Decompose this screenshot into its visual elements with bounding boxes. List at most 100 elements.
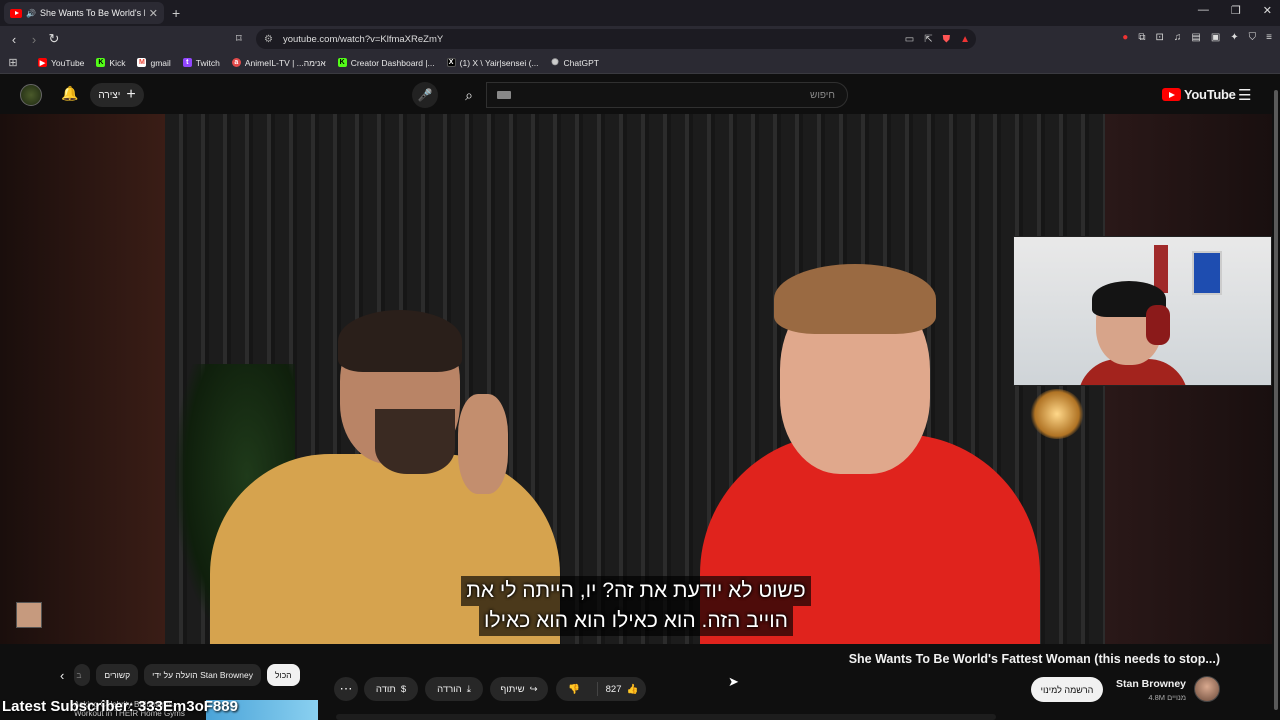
subtitle-line-1: פשוט לא יודעת את זה? יו, הייתה לי את bbox=[461, 576, 811, 606]
bookmark-label: AnimeIL-TV | ...אנימה bbox=[244, 57, 326, 68]
address-bar[interactable]: ⚙ youtube.com/watch?v=KlfmaXReZmY ▭ ⇱ ⛊ … bbox=[256, 29, 976, 49]
thumbs-down-icon: 👎 bbox=[568, 683, 580, 695]
webcam-overlay bbox=[1013, 236, 1272, 386]
bookmark-icon[interactable]: ⌑ bbox=[236, 32, 242, 45]
youtube-header: 🔔 יצירה + 🎤 ⌕ חיפוש YouTube ☰ bbox=[0, 76, 1280, 114]
search-input[interactable]: חיפוש bbox=[486, 82, 848, 108]
bookmark-gmail[interactable]: M gmail bbox=[137, 57, 171, 68]
restore-icon[interactable]: ❐ bbox=[1231, 4, 1241, 17]
brave-rewards-icon[interactable]: ▲ bbox=[960, 34, 970, 45]
speaker-icon[interactable]: 🔊 bbox=[26, 9, 36, 18]
share-button[interactable]: שיתוף ↪ bbox=[490, 677, 548, 701]
wallet-icon[interactable]: ▣ bbox=[1211, 32, 1220, 43]
back-icon[interactable]: ‹ bbox=[4, 32, 24, 47]
share-page-icon[interactable]: ⇱ bbox=[924, 34, 932, 45]
menu-icon[interactable]: ≡ bbox=[1266, 32, 1272, 43]
bookmark-creator-dashboard[interactable]: K Creator Dashboard |... bbox=[337, 57, 435, 68]
site-info-icon[interactable]: ⚙ bbox=[264, 34, 273, 45]
like-dislike-group: 👎 827 👍 bbox=[556, 677, 646, 701]
like-button[interactable]: 827 👍 bbox=[597, 682, 646, 696]
bookmark-label: ChatGPT bbox=[563, 57, 599, 68]
vpn-icon[interactable]: ⛉ bbox=[1249, 32, 1257, 43]
create-label: יצירה bbox=[98, 89, 121, 101]
like-count: 827 bbox=[605, 683, 622, 695]
leo-ai-icon[interactable]: ✦ bbox=[1230, 32, 1238, 43]
x-icon: X bbox=[446, 58, 456, 67]
scrollbar-thumb[interactable] bbox=[1274, 90, 1278, 710]
bookmark-twitch[interactable]: t Twitch bbox=[182, 57, 220, 68]
minimize-icon[interactable]: — bbox=[1198, 4, 1209, 17]
bookmark-label: gmail bbox=[150, 57, 171, 68]
stream-overlay-latest-subscriber: Latest Subscriber: 333Em3oF889 bbox=[2, 698, 238, 715]
chip-uploaded-by[interactable]: הועלה על ידי Stan Browney bbox=[144, 664, 261, 686]
channel-name[interactable]: Stan Browney bbox=[1100, 678, 1186, 690]
close-window-icon[interactable]: ✕ bbox=[1263, 4, 1272, 17]
download-icon: ⤓ bbox=[466, 683, 471, 695]
thanks-label: תודה bbox=[375, 683, 396, 695]
bookmark-animeil[interactable]: a AnimeIL-TV | ...אנימה bbox=[231, 57, 326, 68]
chip-all[interactable]: הכול bbox=[266, 664, 300, 686]
kick-icon: K bbox=[337, 58, 347, 67]
chip-partial[interactable]: ב bbox=[74, 664, 91, 686]
search-placeholder: חיפוש bbox=[810, 89, 835, 101]
search-icon: ⌕ bbox=[465, 86, 473, 103]
forward-icon[interactable]: › bbox=[24, 32, 44, 47]
bookmark-label: Creator Dashboard |... bbox=[350, 57, 435, 68]
chip-related[interactable]: קשורים bbox=[96, 664, 139, 686]
super-thanks-icon: $ bbox=[400, 683, 407, 695]
voice-search-mic-icon[interactable]: 🎤 bbox=[412, 82, 438, 108]
cast-icon[interactable]: ▭ bbox=[905, 34, 914, 45]
video-title: She Wants To Be World's Fattest Woman (t… bbox=[848, 652, 1220, 666]
video-ambient-left bbox=[0, 114, 165, 644]
page-scrollbar[interactable] bbox=[1272, 76, 1280, 720]
bookmark-label: Twitch bbox=[195, 57, 220, 68]
share-label: שיתוף bbox=[500, 683, 525, 695]
bookmark-x[interactable]: X (1) X \ Yair|sensei (... bbox=[446, 57, 539, 68]
youtube-logo[interactable]: YouTube bbox=[1162, 87, 1236, 102]
record-icon[interactable]: ● bbox=[1122, 32, 1128, 43]
more-actions-button[interactable]: ⋯ bbox=[334, 677, 358, 701]
screenshot-icon[interactable]: ⊡ bbox=[1155, 32, 1163, 43]
url-text[interactable]: youtube.com/watch?v=KlfmaXReZmY bbox=[283, 34, 443, 45]
subscribe-button[interactable]: הרשמה למינוי bbox=[1031, 677, 1103, 702]
tab-title: She Wants To Be World's Fatt bbox=[39, 8, 145, 18]
bookmark-label: Kick bbox=[109, 57, 126, 68]
download-button[interactable]: הורדה ⤓ bbox=[425, 677, 483, 701]
keyboard-icon[interactable] bbox=[497, 91, 511, 99]
chatgpt-icon: ✺ bbox=[551, 57, 559, 67]
bookmarks-bar: ⊞ ▶ YouTube K Kick M gmail t Twitch a An… bbox=[0, 52, 1280, 74]
new-tab-button[interactable]: + bbox=[172, 5, 180, 21]
create-button[interactable]: יצירה + bbox=[90, 83, 144, 107]
gmail-icon: M bbox=[137, 58, 147, 67]
subtitle-line-2: הוייב הזה. הוא כאילו הוא הוא כאילו bbox=[479, 606, 793, 636]
extensions-icon[interactable]: ⧉ bbox=[1138, 32, 1145, 43]
channel-watermark-thumbnail[interactable] bbox=[16, 602, 42, 628]
browser-tab[interactable]: 🔊 She Wants To Be World's Fatt ✕ bbox=[4, 2, 164, 24]
dislike-button[interactable]: 👎 bbox=[556, 684, 592, 695]
video-player[interactable]: פשוט לא יודעת את זה? יו, הייתה לי את הוי… bbox=[0, 114, 1272, 644]
notifications-bell-icon[interactable]: 🔔 bbox=[61, 85, 78, 102]
account-avatar[interactable] bbox=[20, 84, 42, 106]
animeil-icon: a bbox=[231, 58, 241, 67]
thanks-button[interactable]: תודה $ bbox=[364, 677, 418, 701]
thumbs-up-icon: 👍 bbox=[626, 683, 639, 695]
close-tab-icon[interactable]: ✕ bbox=[149, 7, 158, 20]
bookmark-youtube[interactable]: ▶ YouTube bbox=[38, 58, 84, 68]
reload-icon[interactable]: ↻ bbox=[44, 31, 64, 47]
bookmark-label: (1) X \ Yair|sensei (... bbox=[459, 57, 539, 68]
apps-grid-icon[interactable]: ⊞ bbox=[0, 56, 26, 69]
media-icon[interactable]: ♫ bbox=[1174, 32, 1182, 43]
recommendation-filter-chips: ‹ ב קשורים הועלה על ידי Stan Browney הכו… bbox=[56, 664, 300, 686]
plus-icon: + bbox=[126, 86, 136, 103]
brave-shield-icon[interactable]: ⛊ bbox=[943, 34, 951, 45]
channel-avatar[interactable] bbox=[1194, 676, 1220, 702]
sidebar-icon[interactable]: ▤ bbox=[1191, 32, 1200, 43]
twitch-icon: t bbox=[182, 58, 192, 67]
chips-scroll-left-icon[interactable]: ‹ bbox=[56, 664, 68, 686]
youtube-logo-text: YouTube bbox=[1184, 87, 1236, 102]
bookmark-chatgpt[interactable]: ✺ ChatGPT bbox=[551, 57, 599, 68]
guide-menu-icon[interactable]: ☰ bbox=[1238, 86, 1251, 104]
bookmark-kick[interactable]: K Kick bbox=[96, 58, 125, 68]
search-button[interactable]: ⌕ bbox=[454, 82, 484, 108]
more-dots-icon: ⋯ bbox=[339, 681, 353, 696]
